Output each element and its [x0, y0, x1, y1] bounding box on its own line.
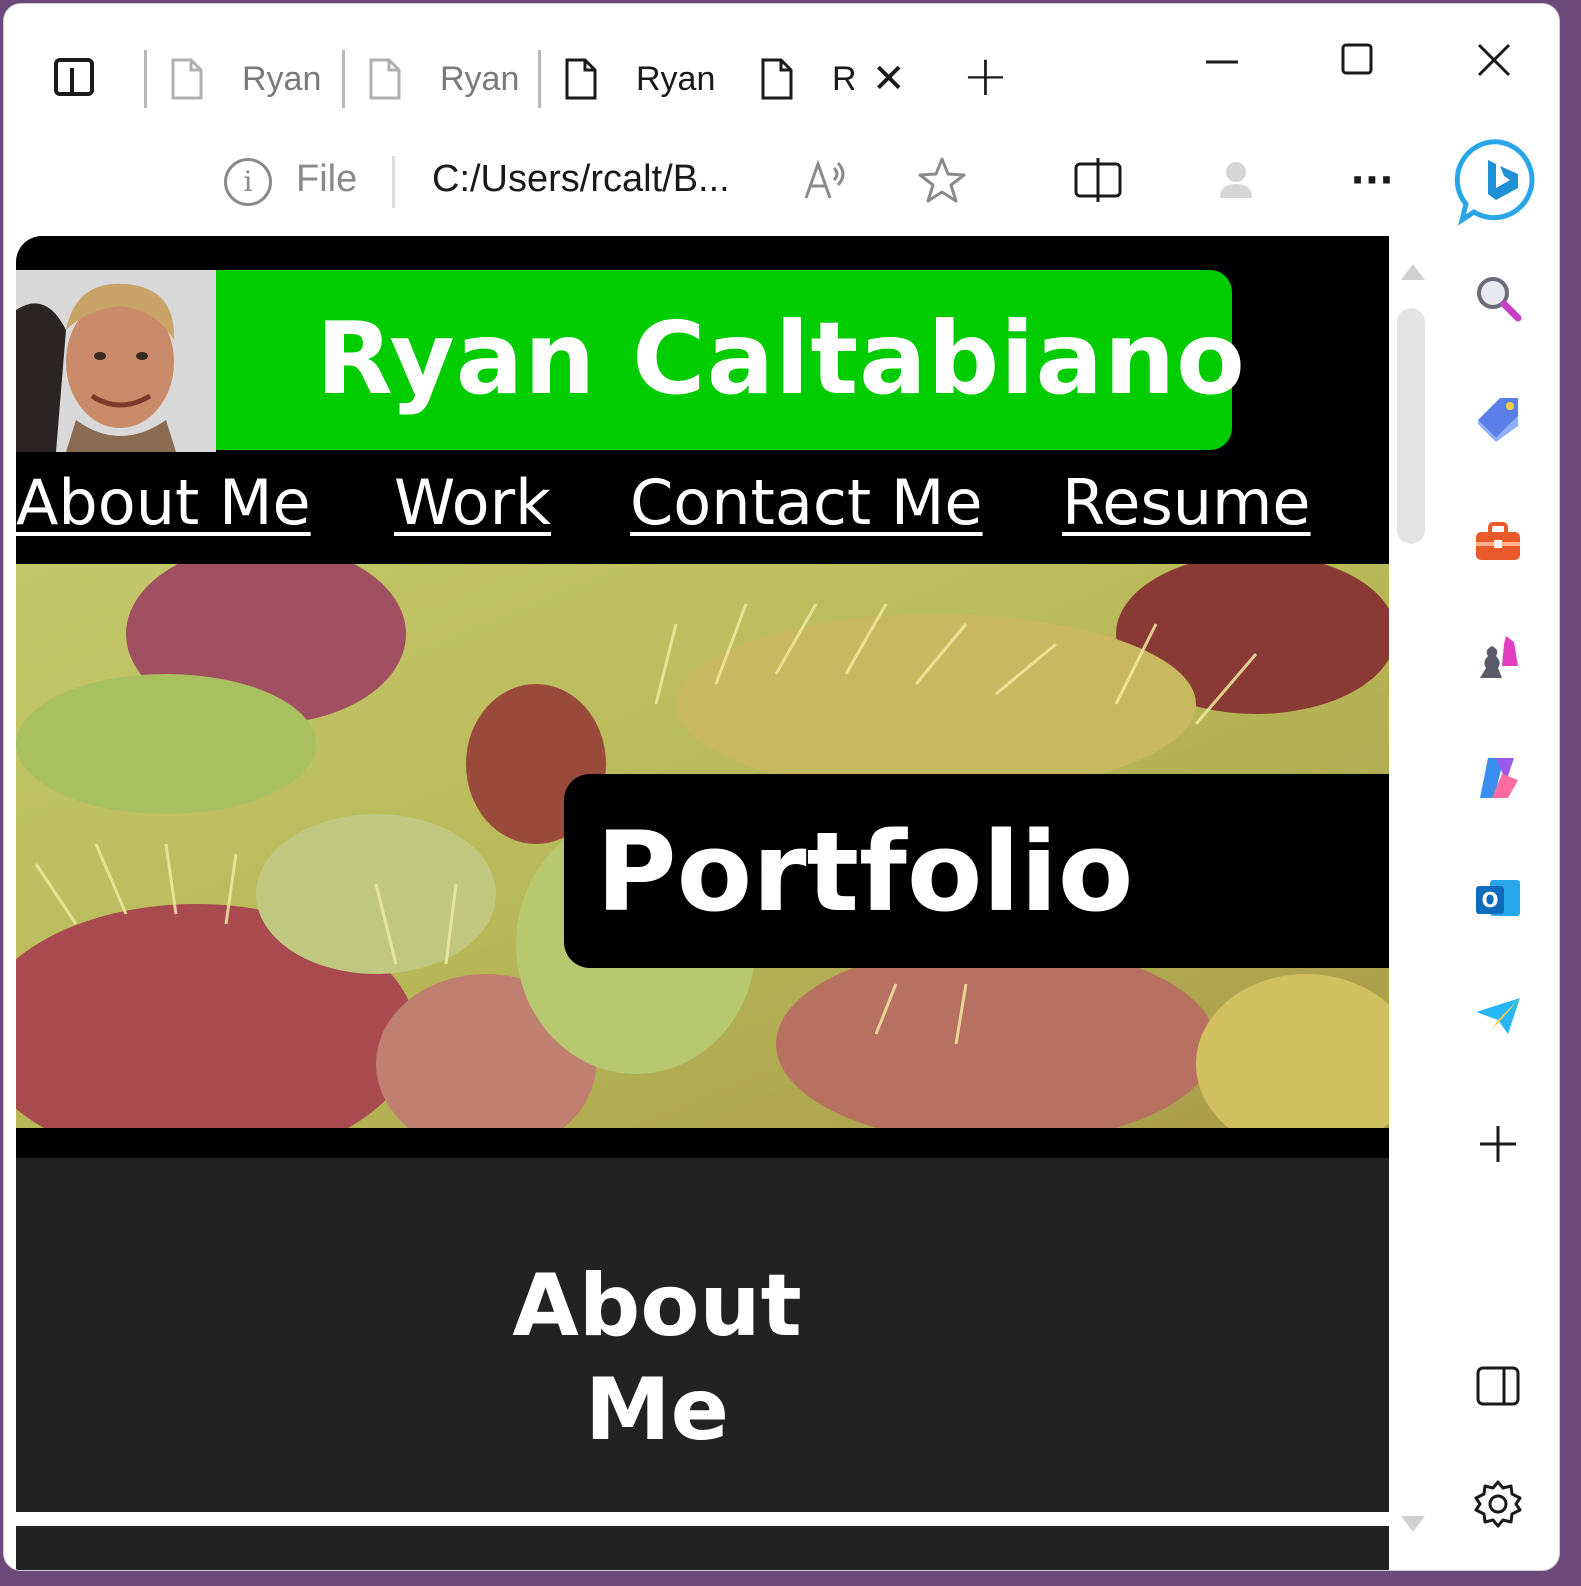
tab-label: Ryan: [242, 59, 322, 98]
about-section: About Me: [16, 1158, 1389, 1512]
scheme-label[interactable]: File: [296, 158, 357, 201]
minimize-button[interactable]: [1202, 40, 1242, 91]
minimize-icon: [1206, 60, 1238, 64]
close-tab-icon[interactable]: ✕: [872, 56, 906, 102]
tab-label: Ryan: [636, 59, 716, 98]
tab-separator: [144, 50, 147, 108]
send-icon[interactable]: [1470, 988, 1526, 1044]
edge-sidebar: O: [1436, 132, 1559, 1570]
scroll-thumb[interactable]: [1397, 308, 1425, 544]
maximize-icon: [1341, 43, 1373, 75]
site-title: Ryan Caltabiano: [316, 300, 1246, 417]
section-divider: [16, 1512, 1389, 1526]
tab-strip: Ryan Ryan Ryan R ✕ +: [4, 4, 1559, 132]
settings-icon[interactable]: [1470, 1476, 1526, 1532]
tab-label: Ryan: [440, 59, 520, 98]
tab-2[interactable]: Ryan: [368, 44, 524, 114]
scroll-up-arrow-icon[interactable]: [1401, 264, 1425, 280]
hero-heading: Portfolio: [596, 808, 1134, 936]
outlook-icon[interactable]: O: [1470, 870, 1526, 926]
svg-text:O: O: [1481, 888, 1498, 912]
nav-link-resume[interactable]: Resume: [1062, 466, 1311, 539]
hero-banner: Portfolio: [16, 564, 1389, 1128]
bing-chat-icon[interactable]: [1454, 136, 1544, 226]
tab-actions-icon[interactable]: [50, 54, 96, 100]
page-icon: [564, 57, 598, 101]
close-icon: [1477, 43, 1511, 77]
tab-4[interactable]: R: [760, 44, 856, 114]
address-url[interactable]: C:/Users/rcalt/B...: [432, 158, 730, 201]
copilot-icon[interactable]: [1470, 750, 1526, 806]
tab-label: R: [832, 60, 854, 99]
tab-separator: [342, 50, 345, 108]
nav-link-about-me[interactable]: About Me: [16, 466, 311, 539]
next-section: [16, 1526, 1389, 1570]
games-icon[interactable]: [1470, 630, 1526, 686]
address-separator: [392, 156, 395, 208]
about-heading-text: About Me: [512, 1256, 802, 1460]
tab-1[interactable]: Ryan: [170, 44, 326, 114]
read-aloud-icon[interactable]: [800, 154, 852, 206]
split-screen-icon[interactable]: [1072, 154, 1124, 206]
scroll-down-arrow-icon[interactable]: [1401, 1516, 1425, 1532]
profile-photo: [16, 270, 216, 452]
shopping-tag-icon[interactable]: [1470, 390, 1526, 446]
site-header: Ryan Caltabiano: [16, 270, 1389, 452]
new-tab-button[interactable]: +: [962, 49, 1009, 105]
about-heading: About Me: [16, 1254, 1298, 1462]
page-icon: [760, 57, 794, 101]
portfolio-box: Portfolio: [564, 774, 1389, 968]
add-icon[interactable]: [1470, 1116, 1526, 1172]
tools-icon[interactable]: [1470, 514, 1526, 570]
more-options-icon[interactable]: ···: [1346, 154, 1398, 206]
page-scrollbar[interactable]: [1389, 236, 1435, 1570]
browser-window: Ryan Ryan Ryan R ✕ + i File C:/Users/: [3, 3, 1560, 1571]
favorite-star-icon[interactable]: [916, 154, 968, 206]
info-icon[interactable]: i: [224, 158, 272, 206]
name-plate: Ryan Caltabiano: [216, 270, 1245, 450]
nav-link-contact-me[interactable]: Contact Me: [630, 466, 983, 539]
search-icon[interactable]: [1470, 270, 1526, 326]
sidebar-toggle-icon[interactable]: [1470, 1358, 1526, 1414]
profile-icon[interactable]: [1210, 154, 1262, 206]
close-window-button[interactable]: [1474, 40, 1514, 91]
main-nav: About Me Work Contact Me Resume: [16, 466, 1389, 558]
page-icon: [170, 57, 204, 101]
maximize-button[interactable]: [1338, 40, 1378, 91]
tab-3[interactable]: Ryan: [564, 44, 724, 114]
nav-link-work[interactable]: Work: [394, 466, 551, 539]
page-icon: [368, 57, 402, 101]
page-viewport: Ryan Caltabiano About Me Work Contact Me…: [16, 236, 1389, 1570]
tab-separator: [538, 50, 541, 108]
